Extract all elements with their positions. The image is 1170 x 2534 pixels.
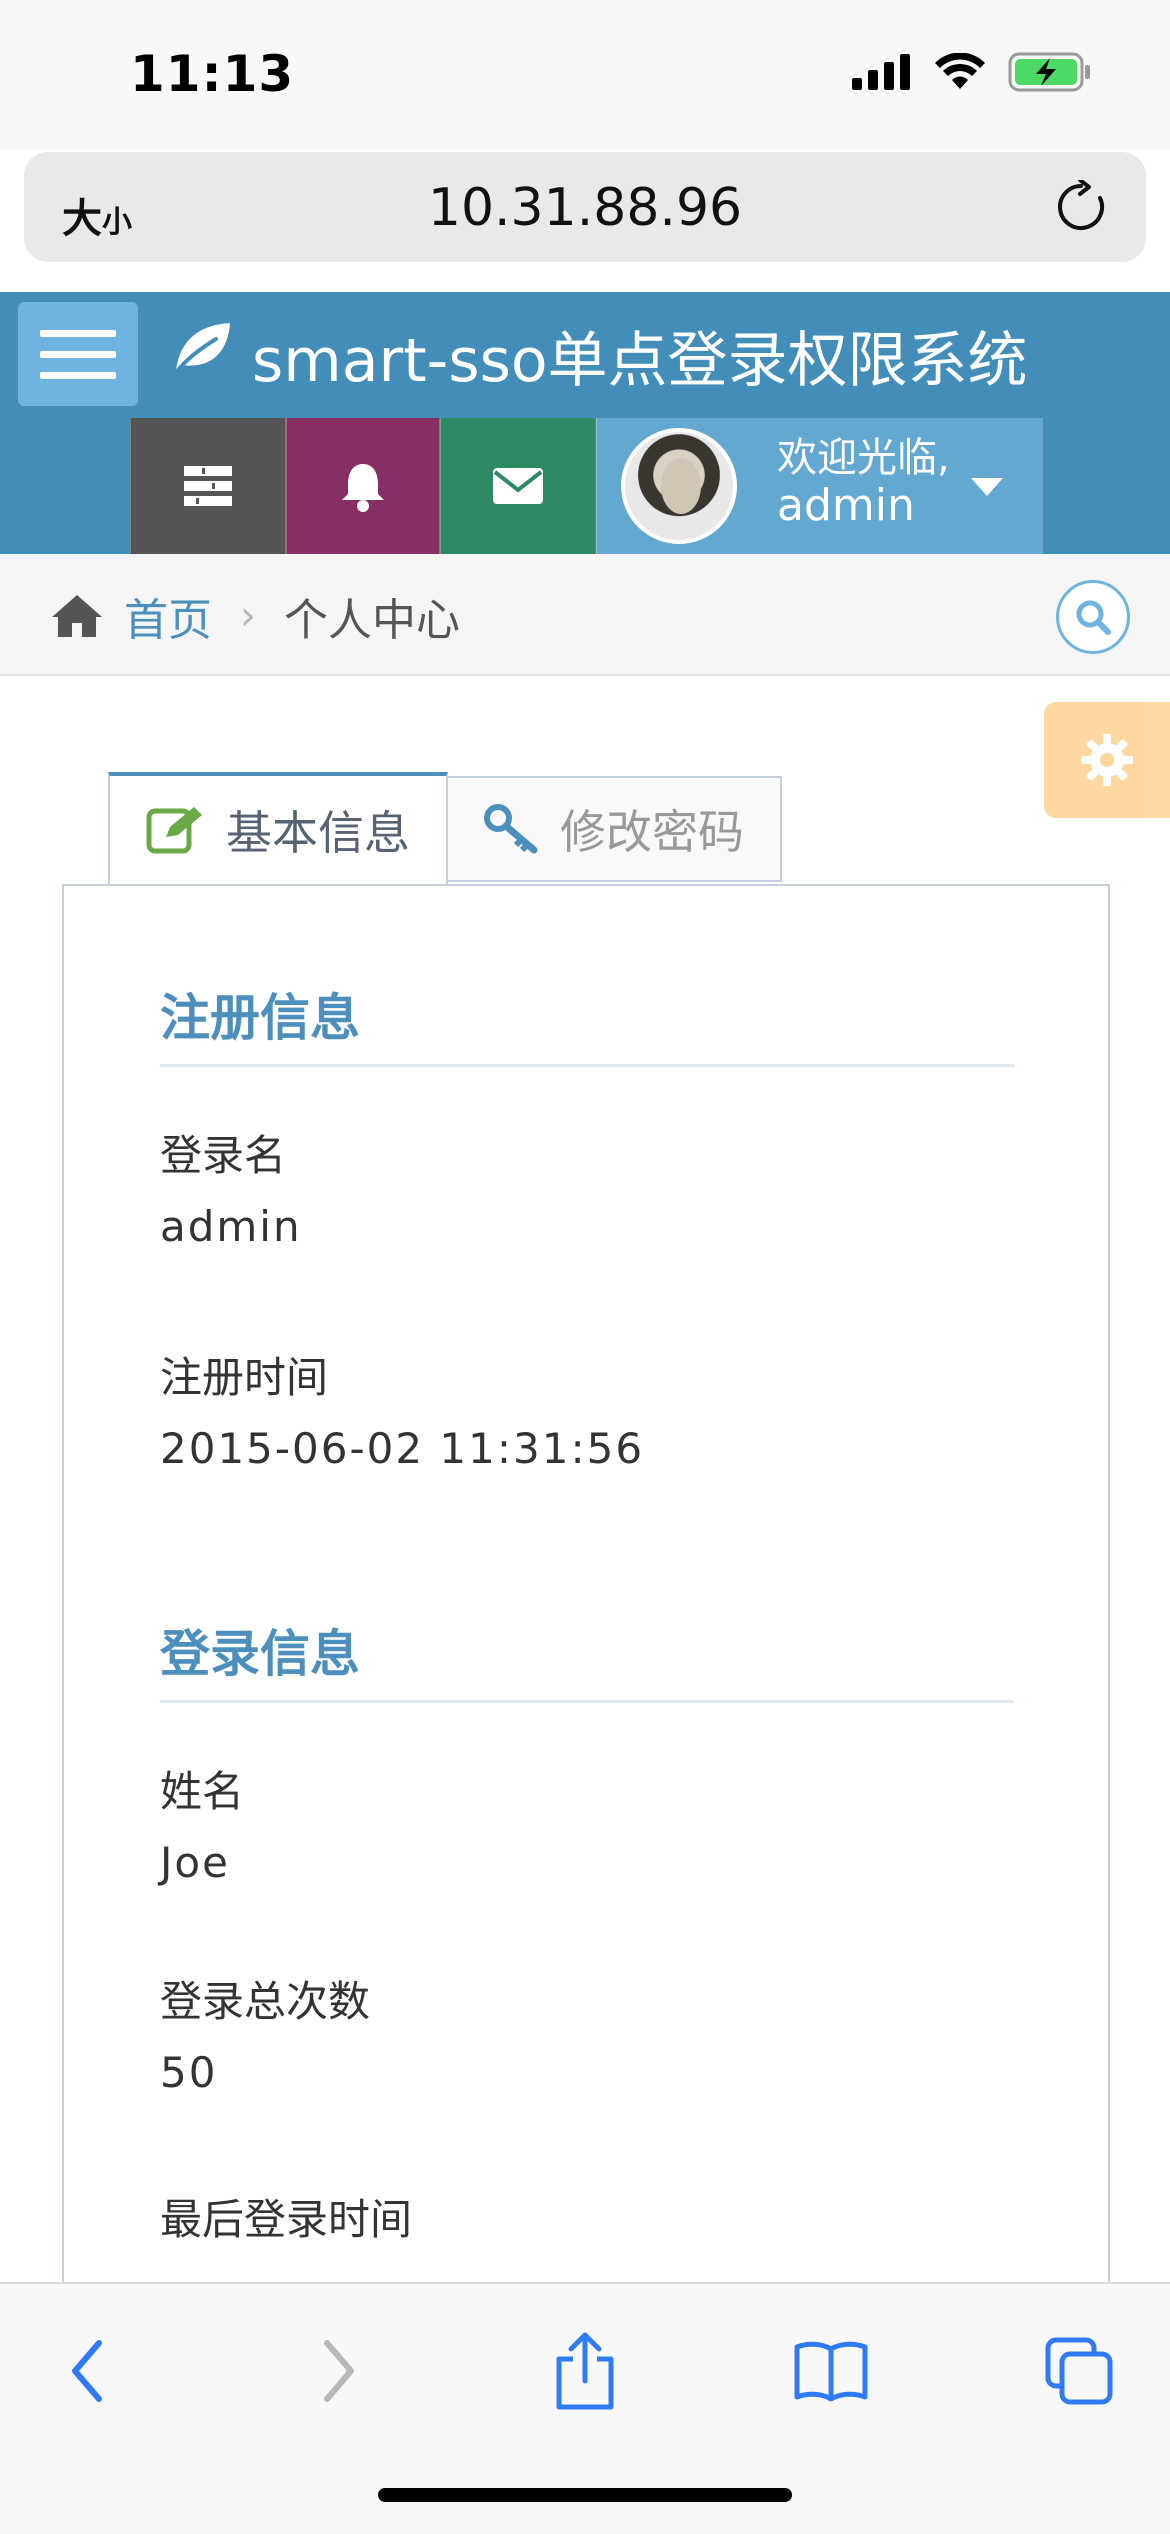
back-button[interactable]: [42, 2326, 132, 2416]
tabs-button[interactable]: [1034, 2326, 1124, 2416]
settings-button[interactable]: [1044, 702, 1170, 818]
breadcrumb: 首页 › 个人中心: [50, 584, 460, 648]
tab-change-password-label: 修改密码: [560, 805, 744, 859]
user-menu-button[interactable]: 欢迎光临, admin: [596, 418, 1043, 554]
login-count-value: 50: [160, 2048, 218, 2097]
home-indicator: [378, 2488, 792, 2502]
login-name-label: 登录名: [160, 1131, 287, 1180]
section-divider: [160, 1064, 1014, 1067]
section-title-login: 登录信息: [160, 1625, 360, 1683]
bell-icon: [342, 464, 384, 512]
share-button[interactable]: [540, 2326, 630, 2416]
section-title-register: 注册信息: [160, 989, 360, 1047]
login-count-label: 登录总次数: [160, 1977, 371, 2026]
edit-icon: [146, 805, 204, 855]
gear-icon: [1081, 734, 1133, 786]
status-bar: 11:13: [0, 0, 1170, 150]
login-name-value: admin: [160, 1202, 302, 1251]
user-name: admin: [777, 480, 915, 531]
tab-basic-info[interactable]: 基本信息: [108, 772, 448, 884]
breadcrumb-current: 个人中心: [284, 595, 460, 646]
leaf-icon: [170, 319, 234, 392]
reload-icon[interactable]: [1054, 178, 1108, 238]
status-icons: [852, 52, 1092, 92]
search-icon: [1076, 600, 1111, 635]
bookmarks-button[interactable]: [786, 2326, 876, 2416]
key-icon: [484, 804, 538, 854]
battery-charging-icon: [1008, 52, 1090, 92]
status-time: 11:13: [130, 45, 295, 103]
home-icon: [52, 595, 102, 637]
forward-button[interactable]: [294, 2326, 384, 2416]
envelope-icon: [493, 468, 543, 504]
profile-tabs: 基本信息 修改密码: [108, 772, 782, 884]
name-value: Joe: [160, 1838, 230, 1887]
hamburger-line: [40, 329, 116, 337]
breadcrumb-bar: 首页 › 个人中心: [0, 554, 1170, 676]
chevron-left-icon: [72, 2340, 102, 2402]
chevron-right-icon: [324, 2340, 354, 2402]
tasks-button[interactable]: [130, 418, 285, 554]
cellular-signal-icon: [852, 54, 910, 90]
notifications-button[interactable]: [286, 418, 439, 554]
tabs-icon: [1045, 2337, 1113, 2405]
hamburger-line: [40, 350, 116, 358]
tab-change-password[interactable]: 修改密码: [446, 776, 782, 882]
address-bar[interactable]: 大小 10.31.88.96: [24, 152, 1146, 262]
tab-basic-info-label: 基本信息: [226, 806, 410, 860]
tab-content-panel: 注册信息 登录名 admin 注册时间 2015-06-02 11:31:56 …: [62, 884, 1110, 2284]
avatar-face: [661, 458, 701, 514]
top-navbar: 欢迎光临, admin: [0, 418, 1170, 554]
url-text[interactable]: 10.31.88.96: [24, 178, 1146, 238]
breadcrumb-home-link[interactable]: 首页: [124, 584, 212, 648]
avatar: [621, 428, 737, 544]
brand-title: smart-sso单点登录权限系统: [252, 326, 1028, 396]
wifi-icon: [935, 53, 985, 89]
register-time-value: 2015-06-02 11:31:56: [160, 1424, 645, 1473]
name-label: 姓名: [160, 1767, 245, 1816]
user-welcome-text: 欢迎光临,: [777, 435, 950, 481]
section-divider: [160, 1700, 1014, 1703]
messages-button[interactable]: [440, 418, 595, 554]
register-time-label: 注册时间: [160, 1353, 329, 1402]
search-button[interactable]: [1056, 580, 1130, 654]
last-login-label: 最后登录时间: [160, 2195, 413, 2244]
book-icon: [794, 2341, 868, 2402]
share-icon: [556, 2332, 614, 2410]
menu-toggle-button[interactable]: [18, 302, 138, 406]
tasks-icon: [184, 466, 232, 506]
hamburger-line: [40, 371, 116, 379]
brand-link[interactable]: smart-sso单点登录权限系统: [170, 312, 1028, 399]
caret-down-icon: [971, 478, 1003, 496]
breadcrumb-separator: ›: [240, 593, 256, 639]
app-header: smart-sso单点登录权限系统: [0, 292, 1170, 418]
